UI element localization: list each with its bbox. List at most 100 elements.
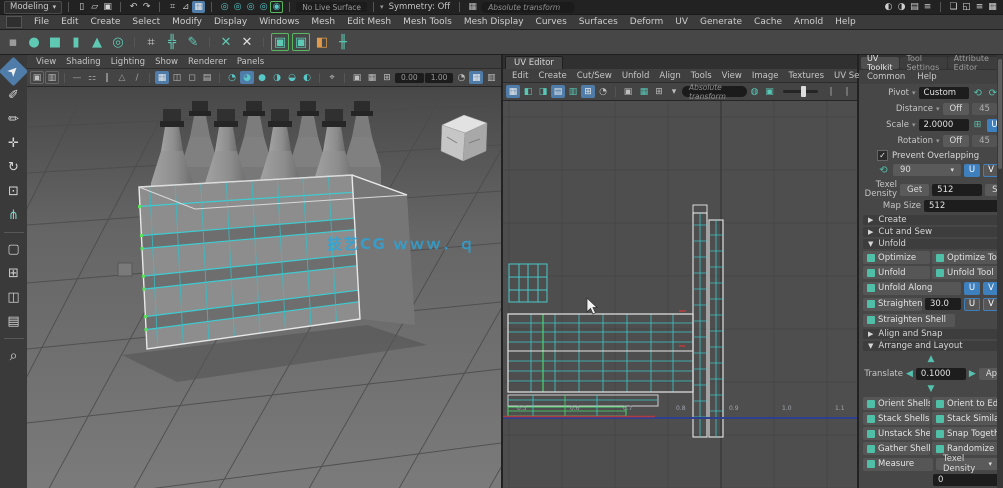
- straighten-u-button[interactable]: U: [964, 298, 980, 311]
- scale-constraint-icon[interactable]: ⊞: [972, 119, 984, 131]
- menu-item-cache[interactable]: Cache: [748, 17, 788, 27]
- xray-icon[interactable]: ▣: [350, 71, 364, 84]
- prevent-overlapping-checkbox[interactable]: ✓: [877, 150, 888, 161]
- menu-item-windows[interactable]: Windows: [253, 17, 305, 27]
- render-settings-icon[interactable]: ▤: [908, 1, 921, 13]
- snap-point-icon[interactable]: ◎: [244, 1, 257, 13]
- slider-thumb[interactable]: [801, 86, 806, 97]
- delete-edge-icon[interactable]: ✕: [238, 33, 256, 51]
- menu-item-renderer[interactable]: Renderer: [183, 57, 232, 67]
- move-tool[interactable]: ✛: [3, 133, 24, 154]
- select-object-icon[interactable]: ⊿: [179, 1, 192, 13]
- reset-pivot-icon[interactable]: ⟲: [972, 87, 984, 100]
- multi-cut-icon[interactable]: ╬: [163, 33, 181, 51]
- smooth-shade-icon[interactable]: ◫: [170, 71, 184, 84]
- orient-to-edges-button[interactable]: Orient to Edges: [932, 397, 999, 410]
- undo-icon[interactable]: ↶: [127, 1, 140, 13]
- rotate-tool[interactable]: ↻: [3, 157, 24, 178]
- subtab-common[interactable]: Common: [867, 72, 905, 82]
- texel-density-dropdown[interactable]: Texel Density▾: [936, 458, 999, 470]
- menu-item-edit-mesh[interactable]: Edit Mesh: [341, 17, 397, 27]
- menu-item-view[interactable]: View: [31, 57, 61, 67]
- lights-icon[interactable]: ●: [255, 71, 269, 84]
- layout-single-pane-icon[interactable]: ▢: [3, 239, 24, 260]
- subtab-help[interactable]: Help: [917, 72, 936, 82]
- poly-cube-icon[interactable]: ■: [46, 33, 64, 51]
- gather-up-arrow[interactable]: ▲: [924, 354, 938, 364]
- rotation-mode-button[interactable]: Off: [943, 135, 970, 147]
- menu-item-align[interactable]: Align: [654, 71, 685, 81]
- menu-item-create[interactable]: Create: [533, 71, 571, 81]
- menu-item-edit[interactable]: Edit: [507, 71, 533, 81]
- select-hierarchy-icon[interactable]: ⌗: [166, 1, 179, 13]
- straighten-uvs-button[interactable]: Straighten UVs: [863, 298, 922, 311]
- numeric-input-field[interactable]: Absolute transform: [481, 2, 575, 13]
- scale-value-field[interactable]: 2.0000: [919, 119, 969, 131]
- combine-icon[interactable]: ▣: [292, 33, 310, 51]
- textured-icon[interactable]: ◕: [240, 71, 254, 84]
- section-create[interactable]: ▶Create: [863, 215, 999, 225]
- rotate-u-button[interactable]: U: [964, 164, 980, 177]
- distance-mode-button[interactable]: Off: [943, 103, 970, 115]
- dim-image-icon[interactable]: ◔: [596, 85, 610, 98]
- menu-item-curves[interactable]: Curves: [530, 17, 573, 27]
- menu-item-image[interactable]: Image: [747, 71, 784, 81]
- distance-value-button[interactable]: 45: [972, 103, 997, 115]
- section-arrange-and-layout[interactable]: ▼Arrange and Layout: [863, 341, 999, 351]
- menu-item-file[interactable]: File: [28, 17, 55, 27]
- channel-box-toggle-icon[interactable]: ▦: [986, 1, 999, 13]
- texel-get-button[interactable]: Get: [900, 184, 929, 196]
- redo-icon[interactable]: ↷: [140, 1, 153, 13]
- motion-blur-icon[interactable]: ◐: [300, 71, 314, 84]
- menu-item-arnold[interactable]: Arnold: [788, 17, 829, 27]
- optimize-tool-button[interactable]: Optimize Tool: [932, 251, 999, 264]
- texel-value-field[interactable]: 512: [932, 184, 982, 196]
- menu-item-surfaces[interactable]: Surfaces: [573, 17, 624, 27]
- menu-item-generate[interactable]: Generate: [694, 17, 748, 27]
- film-gate-icon[interactable]: ⚏: [85, 71, 99, 84]
- last-tool[interactable]: ⋔: [3, 205, 24, 226]
- unfold-tool-button[interactable]: Unfold Tool: [932, 266, 999, 279]
- menu-item-help[interactable]: Help: [829, 17, 862, 27]
- new-scene-icon[interactable]: ▯: [75, 1, 88, 13]
- gather-right-arrow[interactable]: ▶: [969, 369, 976, 379]
- menu-item-lighting[interactable]: Lighting: [106, 57, 150, 67]
- display-layers-icon[interactable]: ≡: [921, 1, 934, 13]
- rotation-value-button[interactable]: 45: [972, 135, 997, 147]
- separate-icon[interactable]: ◧: [313, 33, 331, 51]
- straighten-angle-field[interactable]: 30.0: [925, 298, 961, 310]
- grid-toggle-icon[interactable]: —: [70, 71, 84, 84]
- optimize-button[interactable]: Optimize: [863, 251, 930, 264]
- menu-item-shading[interactable]: Shading: [61, 57, 106, 67]
- paint-select-tool[interactable]: ✏: [3, 109, 24, 130]
- pivot-field[interactable]: Custom: [919, 87, 969, 99]
- menubar-grip[interactable]: [6, 16, 22, 28]
- menu-item-edit[interactable]: Edit: [55, 17, 84, 27]
- snap-curve-icon[interactable]: ◎: [231, 1, 244, 13]
- viewport20-icon[interactable]: ▦: [469, 71, 483, 84]
- shell-fill-icon[interactable]: ◨: [536, 85, 550, 98]
- tab-attribute-editor[interactable]: Attribute Editor: [948, 57, 1001, 69]
- map-size-field[interactable]: 512: [924, 200, 999, 212]
- field-chart-icon[interactable]: /: [130, 71, 144, 84]
- exposure-field[interactable]: 0.00: [395, 73, 424, 83]
- layout-outliner-icon[interactable]: ▤: [3, 311, 24, 332]
- target-weld-icon[interactable]: ✕: [217, 33, 235, 51]
- menu-item-mesh[interactable]: Mesh: [305, 17, 341, 27]
- distortion-display-icon[interactable]: ▥: [566, 85, 580, 98]
- uv-editor-tab[interactable]: UV Editor: [505, 56, 563, 69]
- render-current-frame-icon[interactable]: ◐: [882, 1, 895, 13]
- stack-similar-button[interactable]: Stack Similar: [932, 412, 999, 425]
- image-ratio-icon[interactable]: ◍: [748, 85, 762, 98]
- rotate-ccw-icon[interactable]: ⟲: [877, 164, 890, 177]
- camera-lock-icon[interactable]: ▥: [45, 71, 59, 84]
- image-dim-slider[interactable]: [783, 90, 818, 93]
- wireframe-on-shaded-icon[interactable]: ▦: [155, 71, 169, 84]
- mirror-icon[interactable]: ▣: [271, 33, 289, 51]
- unfold-along-button[interactable]: Unfold Along: [863, 282, 961, 295]
- poly-cylinder-icon[interactable]: ▮: [67, 33, 85, 51]
- screen-space-ao-icon[interactable]: ◒: [285, 71, 299, 84]
- layout-four-view-icon[interactable]: ⊞: [3, 263, 24, 284]
- grid-options-caret[interactable]: ▾: [667, 85, 681, 98]
- view-grid-icon[interactable]: ⊞: [652, 85, 666, 98]
